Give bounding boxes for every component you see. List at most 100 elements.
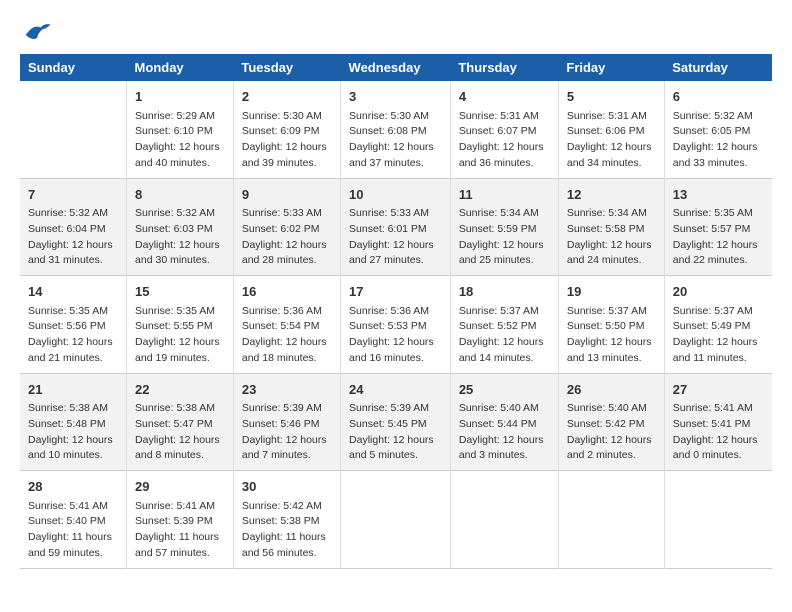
logo <box>20 20 52 44</box>
calendar-table: SundayMondayTuesdayWednesdayThursdayFrid… <box>20 54 772 569</box>
day-number: 9 <box>242 185 332 205</box>
day-number: 11 <box>459 185 550 205</box>
calendar-cell: 21Sunrise: 5:38 AM Sunset: 5:48 PM Dayli… <box>20 373 127 471</box>
day-info: Sunrise: 5:33 AM Sunset: 6:02 PM Dayligh… <box>242 206 332 269</box>
day-info: Sunrise: 5:38 AM Sunset: 5:48 PM Dayligh… <box>28 401 118 464</box>
calendar-cell: 25Sunrise: 5:40 AM Sunset: 5:44 PM Dayli… <box>450 373 558 471</box>
day-info: Sunrise: 5:35 AM Sunset: 5:57 PM Dayligh… <box>673 206 764 269</box>
calendar-cell: 29Sunrise: 5:41 AM Sunset: 5:39 PM Dayli… <box>127 471 234 569</box>
calendar-cell <box>664 471 772 569</box>
day-info: Sunrise: 5:36 AM Sunset: 5:53 PM Dayligh… <box>349 304 442 367</box>
day-number: 25 <box>459 380 550 400</box>
day-number: 27 <box>673 380 764 400</box>
day-number: 15 <box>135 282 225 302</box>
calendar-cell <box>450 471 558 569</box>
day-number: 7 <box>28 185 118 205</box>
day-number: 10 <box>349 185 442 205</box>
day-info: Sunrise: 5:39 AM Sunset: 5:46 PM Dayligh… <box>242 401 332 464</box>
calendar-cell: 12Sunrise: 5:34 AM Sunset: 5:58 PM Dayli… <box>558 178 664 276</box>
calendar-cell: 18Sunrise: 5:37 AM Sunset: 5:52 PM Dayli… <box>450 276 558 374</box>
day-info: Sunrise: 5:37 AM Sunset: 5:50 PM Dayligh… <box>567 304 656 367</box>
calendar-cell: 11Sunrise: 5:34 AM Sunset: 5:59 PM Dayli… <box>450 178 558 276</box>
calendar-cell <box>20 81 127 178</box>
calendar-cell: 24Sunrise: 5:39 AM Sunset: 5:45 PM Dayli… <box>341 373 451 471</box>
column-header-tuesday: Tuesday <box>233 54 340 81</box>
calendar-cell: 13Sunrise: 5:35 AM Sunset: 5:57 PM Dayli… <box>664 178 772 276</box>
calendar-header-row: SundayMondayTuesdayWednesdayThursdayFrid… <box>20 54 772 81</box>
day-number: 22 <box>135 380 225 400</box>
day-number: 3 <box>349 87 442 107</box>
day-info: Sunrise: 5:39 AM Sunset: 5:45 PM Dayligh… <box>349 401 442 464</box>
day-info: Sunrise: 5:32 AM Sunset: 6:03 PM Dayligh… <box>135 206 225 269</box>
day-info: Sunrise: 5:35 AM Sunset: 5:55 PM Dayligh… <box>135 304 225 367</box>
calendar-cell: 4Sunrise: 5:31 AM Sunset: 6:07 PM Daylig… <box>450 81 558 178</box>
calendar-cell: 26Sunrise: 5:40 AM Sunset: 5:42 PM Dayli… <box>558 373 664 471</box>
logo-bird-icon <box>22 20 52 44</box>
day-info: Sunrise: 5:34 AM Sunset: 5:59 PM Dayligh… <box>459 206 550 269</box>
day-info: Sunrise: 5:34 AM Sunset: 5:58 PM Dayligh… <box>567 206 656 269</box>
day-info: Sunrise: 5:40 AM Sunset: 5:44 PM Dayligh… <box>459 401 550 464</box>
day-info: Sunrise: 5:32 AM Sunset: 6:05 PM Dayligh… <box>673 109 764 172</box>
calendar-cell: 22Sunrise: 5:38 AM Sunset: 5:47 PM Dayli… <box>127 373 234 471</box>
day-info: Sunrise: 5:35 AM Sunset: 5:56 PM Dayligh… <box>28 304 118 367</box>
calendar-week-row: 1Sunrise: 5:29 AM Sunset: 6:10 PM Daylig… <box>20 81 772 178</box>
day-info: Sunrise: 5:40 AM Sunset: 5:42 PM Dayligh… <box>567 401 656 464</box>
day-number: 14 <box>28 282 118 302</box>
column-header-monday: Monday <box>127 54 234 81</box>
day-info: Sunrise: 5:37 AM Sunset: 5:52 PM Dayligh… <box>459 304 550 367</box>
column-header-thursday: Thursday <box>450 54 558 81</box>
day-number: 5 <box>567 87 656 107</box>
calendar-cell: 3Sunrise: 5:30 AM Sunset: 6:08 PM Daylig… <box>341 81 451 178</box>
day-number: 13 <box>673 185 764 205</box>
day-info: Sunrise: 5:41 AM Sunset: 5:41 PM Dayligh… <box>673 401 764 464</box>
day-number: 21 <box>28 380 118 400</box>
day-number: 17 <box>349 282 442 302</box>
day-number: 16 <box>242 282 332 302</box>
day-info: Sunrise: 5:29 AM Sunset: 6:10 PM Dayligh… <box>135 109 225 172</box>
calendar-cell: 27Sunrise: 5:41 AM Sunset: 5:41 PM Dayli… <box>664 373 772 471</box>
calendar-cell: 23Sunrise: 5:39 AM Sunset: 5:46 PM Dayli… <box>233 373 340 471</box>
day-info: Sunrise: 5:41 AM Sunset: 5:40 PM Dayligh… <box>28 499 118 562</box>
day-number: 18 <box>459 282 550 302</box>
calendar-cell: 2Sunrise: 5:30 AM Sunset: 6:09 PM Daylig… <box>233 81 340 178</box>
day-number: 8 <box>135 185 225 205</box>
day-number: 28 <box>28 477 118 497</box>
day-info: Sunrise: 5:42 AM Sunset: 5:38 PM Dayligh… <box>242 499 332 562</box>
day-info: Sunrise: 5:37 AM Sunset: 5:49 PM Dayligh… <box>673 304 764 367</box>
day-number: 23 <box>242 380 332 400</box>
day-info: Sunrise: 5:36 AM Sunset: 5:54 PM Dayligh… <box>242 304 332 367</box>
calendar-cell: 8Sunrise: 5:32 AM Sunset: 6:03 PM Daylig… <box>127 178 234 276</box>
column-header-friday: Friday <box>558 54 664 81</box>
day-number: 2 <box>242 87 332 107</box>
calendar-cell <box>341 471 451 569</box>
day-info: Sunrise: 5:30 AM Sunset: 6:08 PM Dayligh… <box>349 109 442 172</box>
calendar-cell: 6Sunrise: 5:32 AM Sunset: 6:05 PM Daylig… <box>664 81 772 178</box>
calendar-cell: 10Sunrise: 5:33 AM Sunset: 6:01 PM Dayli… <box>341 178 451 276</box>
calendar-cell: 15Sunrise: 5:35 AM Sunset: 5:55 PM Dayli… <box>127 276 234 374</box>
day-info: Sunrise: 5:31 AM Sunset: 6:07 PM Dayligh… <box>459 109 550 172</box>
day-info: Sunrise: 5:31 AM Sunset: 6:06 PM Dayligh… <box>567 109 656 172</box>
calendar-week-row: 7Sunrise: 5:32 AM Sunset: 6:04 PM Daylig… <box>20 178 772 276</box>
calendar-cell: 16Sunrise: 5:36 AM Sunset: 5:54 PM Dayli… <box>233 276 340 374</box>
day-info: Sunrise: 5:32 AM Sunset: 6:04 PM Dayligh… <box>28 206 118 269</box>
calendar-cell: 5Sunrise: 5:31 AM Sunset: 6:06 PM Daylig… <box>558 81 664 178</box>
day-number: 12 <box>567 185 656 205</box>
column-header-wednesday: Wednesday <box>341 54 451 81</box>
calendar-week-row: 14Sunrise: 5:35 AM Sunset: 5:56 PM Dayli… <box>20 276 772 374</box>
calendar-cell: 30Sunrise: 5:42 AM Sunset: 5:38 PM Dayli… <box>233 471 340 569</box>
calendar-cell: 20Sunrise: 5:37 AM Sunset: 5:49 PM Dayli… <box>664 276 772 374</box>
day-info: Sunrise: 5:33 AM Sunset: 6:01 PM Dayligh… <box>349 206 442 269</box>
calendar-cell <box>558 471 664 569</box>
day-number: 19 <box>567 282 656 302</box>
calendar-week-row: 21Sunrise: 5:38 AM Sunset: 5:48 PM Dayli… <box>20 373 772 471</box>
column-header-sunday: Sunday <box>20 54 127 81</box>
column-header-saturday: Saturday <box>664 54 772 81</box>
calendar-cell: 14Sunrise: 5:35 AM Sunset: 5:56 PM Dayli… <box>20 276 127 374</box>
calendar-cell: 28Sunrise: 5:41 AM Sunset: 5:40 PM Dayli… <box>20 471 127 569</box>
day-info: Sunrise: 5:30 AM Sunset: 6:09 PM Dayligh… <box>242 109 332 172</box>
calendar-cell: 9Sunrise: 5:33 AM Sunset: 6:02 PM Daylig… <box>233 178 340 276</box>
page-header <box>20 20 772 44</box>
day-number: 24 <box>349 380 442 400</box>
day-number: 1 <box>135 87 225 107</box>
calendar-week-row: 28Sunrise: 5:41 AM Sunset: 5:40 PM Dayli… <box>20 471 772 569</box>
